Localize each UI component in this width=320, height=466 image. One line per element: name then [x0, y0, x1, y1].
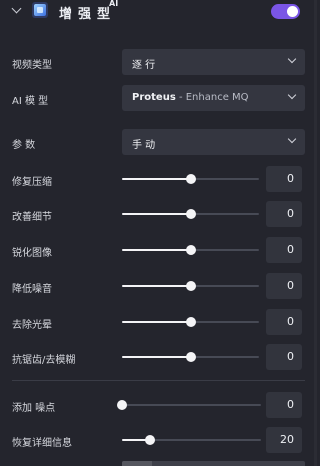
ai-model-dropdown[interactable]: Proteus - Enhance MQ: [122, 85, 305, 111]
slider-value-input[interactable]: 0: [266, 166, 302, 192]
section-title: 增强型: [59, 7, 117, 22]
slider-label: 降低噪音: [12, 284, 52, 295]
chevron-down-icon: [287, 54, 297, 64]
slider-fill: [122, 213, 191, 215]
slider[interactable]: [122, 174, 259, 184]
slider-label: 抗锯齿/去模糊: [12, 355, 76, 366]
slider-thumb[interactable]: [144, 435, 155, 445]
slider-label: 添加 噪点: [12, 403, 56, 414]
ai-model-name: Proteus: [132, 92, 176, 103]
video-type-dropdown[interactable]: 逐 行: [122, 49, 305, 75]
scrollbar[interactable]: [314, 0, 317, 466]
video-type-label: 视频类型: [12, 60, 52, 71]
section-divider: [12, 380, 305, 381]
slider-thumb[interactable]: [185, 245, 196, 255]
chevron-down-icon[interactable]: [11, 3, 22, 14]
params-dropdown[interactable]: 手 动: [122, 129, 305, 155]
slider-value-input[interactable]: 0: [266, 309, 302, 335]
slider-thumb[interactable]: [185, 174, 196, 184]
video-type-value: 逐 行: [132, 60, 156, 71]
ai-superscript: AI: [109, 0, 119, 8]
slider-label: 恢复详细信息: [12, 438, 72, 449]
slider-thumb[interactable]: [117, 400, 127, 410]
slider[interactable]: [122, 209, 259, 219]
slider-label: 锐化图像: [12, 248, 52, 259]
slider[interactable]: [122, 317, 259, 327]
slider[interactable]: [122, 245, 259, 255]
slider-fill: [122, 178, 191, 180]
chevron-down-icon: [287, 134, 297, 144]
section-header: 增强型 AI: [0, 0, 320, 22]
slider-fill: [122, 249, 191, 251]
slider-value-input[interactable]: 0: [266, 273, 302, 299]
toggle-knob: [287, 6, 298, 17]
ai-model-label: AI 模 型: [12, 96, 49, 107]
slider-thumb[interactable]: [185, 209, 196, 219]
partial-highlight: [122, 461, 152, 466]
slider-label: 去除光晕: [12, 320, 52, 331]
slider-value-input[interactable]: 20: [266, 427, 302, 453]
slider[interactable]: [122, 352, 259, 362]
slider-fill: [122, 285, 191, 287]
slider-value-input[interactable]: 0: [266, 237, 302, 263]
slider-thumb[interactable]: [185, 281, 196, 291]
slider-value-input[interactable]: 0: [266, 392, 302, 418]
slider-thumb[interactable]: [185, 317, 196, 327]
cube-icon: [32, 2, 48, 18]
chevron-down-icon: [287, 90, 297, 100]
slider[interactable]: [117, 400, 261, 410]
enhance-toggle[interactable]: [271, 4, 300, 19]
slider-value-input[interactable]: 0: [266, 344, 302, 370]
ai-model-value: Proteus - Enhance MQ: [132, 92, 249, 103]
slider-value-input[interactable]: 0: [266, 201, 302, 227]
slider-fill: [122, 356, 191, 358]
next-dropdown-partial[interactable]: [122, 461, 305, 466]
slider-thumb[interactable]: [185, 352, 196, 362]
slider-label: 改善细节: [12, 212, 52, 223]
slider-label: 修复压缩: [12, 177, 52, 188]
params-value: 手 动: [132, 140, 156, 151]
slider[interactable]: [122, 435, 261, 445]
params-label: 参 数: [12, 140, 36, 151]
slider[interactable]: [122, 281, 259, 291]
slider-track: [122, 404, 261, 406]
slider-fill: [122, 321, 191, 323]
ai-model-variant: - Enhance MQ: [175, 92, 249, 103]
